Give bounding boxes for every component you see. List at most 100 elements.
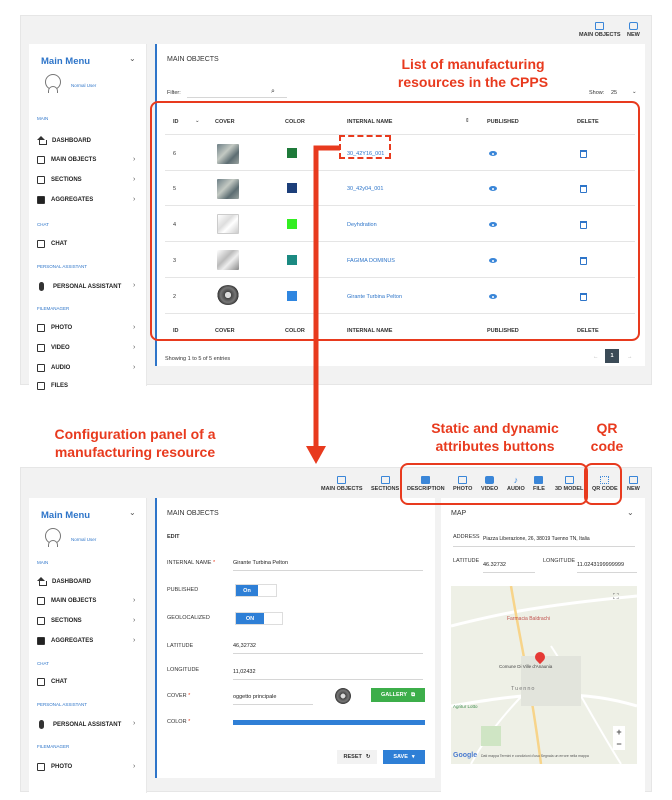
toolbar-main-objects-button[interactable]: MAIN OBJECTS [321,476,363,493]
map-roads [451,586,637,764]
next-page-button[interactable]: → [627,354,633,360]
zoom-in-button[interactable]: + [613,726,625,738]
edit-subtitle: EDIT [167,534,180,540]
show-select[interactable]: 25 [611,90,617,96]
google-logo: Google [453,752,478,759]
user-label: Normal User [71,83,97,88]
sidebar-item-files[interactable]: FILES [37,382,68,390]
microphone-icon [39,282,44,291]
square-icon [37,597,45,605]
published-toggle[interactable]: On [235,584,277,597]
sidebar-item-sections[interactable]: SECTIONS [37,176,82,184]
address-label: ADDRESS [453,534,480,540]
sidebar-item-personal-assistant[interactable]: PERSONAL ASSISTANT [37,720,121,729]
reset-button[interactable]: RESET ↻ [337,750,377,764]
sidebar-item-dashboard[interactable]: DASHBOARD [37,577,91,586]
cover-input[interactable]: oggetto principale [233,694,276,700]
geolocalized-label: GEOLOCALIZED [167,615,210,621]
section-main: MAIN [37,116,49,121]
toolbar-main-objects-button[interactable]: MAIN OBJECTS [579,22,621,39]
sidebar-item-main-objects[interactable]: MAIN OBJECTS [37,156,96,164]
files-icon [37,382,45,390]
chevron-down-icon[interactable]: ⌄ [129,508,136,517]
fullscreen-icon[interactable]: ⛶ [613,592,619,602]
chevron-right-icon: › [133,196,136,203]
chevron-down-icon[interactable]: ⌄ [627,508,634,517]
color-picker-bar[interactable] [233,720,425,725]
filter-label: Filter: [167,90,181,96]
internal-name-input[interactable]: Girante Turbina Pelton [233,560,288,566]
menu-title: Main Menu [41,510,91,521]
latitude-label: LATITUDE [453,558,480,564]
aggregate-icon [37,196,45,204]
chevron-right-icon: › [133,617,136,624]
list-icon [380,476,390,484]
list-icon [37,176,45,184]
sidebar-item-video[interactable]: VIDEO [37,344,70,352]
longitude-input[interactable]: 11,02432 [233,669,256,675]
latitude-input[interactable]: 46,32732 [233,643,256,649]
map-footer: Dati mappa Termini e condizioni d'uso Se… [481,754,589,758]
toolbar-new-button[interactable]: NEW [627,476,640,493]
input-underline [233,653,423,654]
sidebar-item-dashboard[interactable]: DASHBOARD [37,136,91,145]
address-input[interactable]: Piazza Liberazione, 26, 38019 Tuenno TN,… [483,536,590,542]
toolbar-new-button[interactable]: NEW [627,22,640,39]
longitude-input[interactable]: 11.0243199999999 [577,562,624,568]
sidebar-item-chat[interactable]: CHAT [37,240,67,248]
attributes-highlight [400,463,588,505]
page-title: MAIN OBJECTS [167,56,219,63]
search-icon[interactable]: ⌕ [271,88,275,96]
latitude-input[interactable]: 46.32732 [483,562,506,568]
sidebar-item-chat[interactable]: CHAT [37,678,67,686]
input-underline [577,572,637,573]
sidebar-item-audio[interactable]: AUDIO [37,364,70,372]
map-card: MAP ⌄ ADDRESS Piazza Liberazione, 26, 38… [441,498,645,793]
prev-page-button[interactable]: ← [593,354,599,360]
composite-figure: MAIN OBJECTS NEW Main Menu ⌄ Normal User… [0,0,672,800]
map-view[interactable]: Farmacia Baldrachi Comune Di Ville d'Ana… [451,586,637,764]
sidebar-item-sections[interactable]: SECTIONS [37,617,82,625]
sidebar-item-photo[interactable]: PHOTO [37,324,72,332]
photo-icon [37,763,45,771]
chat-icon [628,22,638,30]
sidebar-item-main-objects[interactable]: MAIN OBJECTS [37,597,96,605]
toolbar-sections-button[interactable]: SECTIONS [371,476,399,493]
section-filemanager: FILEMANAGER [37,744,70,749]
menu-title: Main Menu [41,56,91,67]
gallery-icon: ⧉ [411,691,415,698]
video-icon [37,344,45,352]
zoom-out-button[interactable]: − [613,738,625,750]
bottom-screenshot: MAIN OBJECTS SECTIONS DESCRIPTION PHOTO … [20,467,652,793]
edit-card: MAIN OBJECTS EDIT INTERNAL NAME * Girant… [155,498,435,778]
home-icon [37,136,47,145]
gallery-button[interactable]: GALLERY ⧉ [371,688,425,702]
filter-input[interactable] [187,97,287,98]
section-main: MAIN [37,560,49,565]
map-place-1: Farmacia Baldrachi [507,616,551,622]
sidebar-item-photo[interactable]: PHOTO [37,763,72,771]
chevron-down-icon: ▾ [411,754,415,760]
chat-icon [628,476,638,484]
qr-caption: QR code [590,420,624,454]
section-filemanager: FILEMANAGER [37,306,70,311]
square-icon [595,22,605,30]
save-button[interactable]: SAVE ▾ [383,750,425,764]
chevron-down-icon[interactable]: ⌄ [632,89,637,95]
map-place-4: Agritur Lotto [453,704,478,709]
sidebar: Main Menu ⌄ Normal User MAIN DASHBOARD M… [29,44,147,390]
qr-highlight [584,463,622,505]
map-place-3: Tuenno [511,686,536,692]
show-label: Show: [589,90,605,96]
chat-icon [37,240,45,248]
sidebar-item-personal-assistant[interactable]: PERSONAL ASSISTANT [37,282,121,291]
cover-label: COVER * [167,693,191,699]
geolocalized-toggle[interactable]: ON [235,612,283,625]
sidebar-item-aggregates[interactable]: AGGREGATES [37,637,93,645]
chevron-right-icon: › [133,156,136,163]
list-icon [37,617,45,625]
cover-thumbnail [335,688,351,704]
page-button[interactable]: 1 [605,349,619,363]
sidebar-item-aggregates[interactable]: AGGREGATES [37,196,93,204]
chevron-down-icon[interactable]: ⌄ [129,54,136,63]
